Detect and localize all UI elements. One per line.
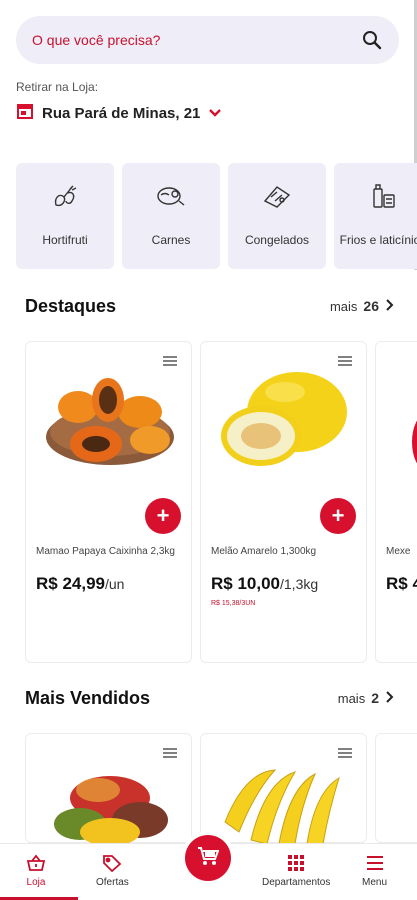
list-icon[interactable] [338,746,352,758]
nav-label: Menu [362,877,388,888]
see-more-count: 2 [371,690,379,706]
nav-label: Departamentos [262,877,331,888]
frozen-icon [261,181,293,216]
store-selector[interactable]: Rua Pará de Minas, 21 [16,103,222,124]
nav-offers[interactable]: Ofertas [96,854,129,888]
nav-label: Ofertas [96,877,129,888]
category-carnes[interactable]: Carnes [122,163,220,269]
nav-departments[interactable]: Departamentos [262,854,330,888]
nav-label: Loja [26,877,46,888]
category-hortifruti[interactable]: Hortifruti [16,163,114,269]
product-card[interactable] [200,733,367,844]
store-address: Rua Pará de Minas, 21 [42,105,201,122]
basket-icon [26,854,46,872]
product-card[interactable]: + Mamao Papaya Caixinha 2,3kg R$ 24,99/u… [25,341,192,663]
product-card[interactable] [25,733,192,844]
product-image-mango [54,776,168,844]
product-image-banana [224,769,340,844]
product-name: Mexe [386,546,411,557]
nav-store[interactable]: Loja [26,854,46,888]
section-title-destaques: Destaques [25,296,117,316]
product-name: Mamao Papaya Caixinha 2,3kg [36,546,175,557]
product-image-papaya [46,378,174,465]
category-label: Hortifruti [42,233,88,248]
store-icon [16,103,34,124]
section-title-mais-vendidos: Mais Vendidos [25,688,151,708]
product-name: Melão Amarelo 1,300kg [211,546,317,557]
chevron-right-icon[interactable] [385,690,395,706]
product-price: R$ 24,99/un [36,574,125,593]
vegetables-icon [50,181,80,216]
see-more-destaques[interactable]: mais 26 [330,298,395,314]
chevron-down-icon[interactable] [208,105,222,123]
product-price-per-unit: R$ 15,38/3UN [211,600,256,607]
product-price: R$ 4 [386,574,417,593]
cart-icon [197,846,220,871]
search-bar[interactable]: O que você precisa? [16,16,399,64]
tag-icon [102,854,122,872]
product-card[interactable]: Mexe R$ 4 [375,341,417,663]
product-carousel-destaques: + Mamao Papaya Caixinha 2,3kg R$ 24,99/u… [25,341,417,663]
category-frios-laticinios[interactable]: Frios e laticínios [334,163,417,269]
hamburger-icon [365,854,385,872]
category-label: Frios e laticínios [339,233,417,248]
see-more-mais-vendidos[interactable]: mais 2 [338,690,395,706]
grid-icon [286,854,306,872]
see-more-label: mais [329,298,358,314]
product-image-melon [221,372,347,466]
search-input[interactable]: O que você precisa? [32,32,361,48]
category-label: Carnes [151,233,191,248]
add-to-cart-button[interactable]: + [145,498,181,534]
product-price: R$ 10,00/1,3kg [211,574,319,593]
chevron-right-icon[interactable] [385,298,395,314]
dairy-icon [368,181,398,216]
product-card[interactable] [375,733,417,843]
nav-menu[interactable]: Menu [362,854,387,888]
search-icon[interactable] [361,29,383,51]
cart-button[interactable] [185,835,231,881]
add-to-cart-button[interactable]: + [320,498,356,534]
category-row: Hortifruti Carnes Congelados Frios e lat… [16,163,417,269]
see-more-label: mais [337,690,366,706]
category-label: Congelados [244,233,310,248]
product-carousel-mais-vendidos [25,733,417,844]
see-more-count: 26 [363,298,379,314]
list-icon[interactable] [163,746,177,758]
category-congelados[interactable]: Congelados [228,163,326,269]
pickup-label: Retirar na Loja: [16,80,99,94]
meat-icon [155,181,187,216]
product-image-partial [412,420,417,464]
product-card[interactable]: + Melão Amarelo 1,300kg R$ 10,00/1,3kg R… [200,341,367,663]
